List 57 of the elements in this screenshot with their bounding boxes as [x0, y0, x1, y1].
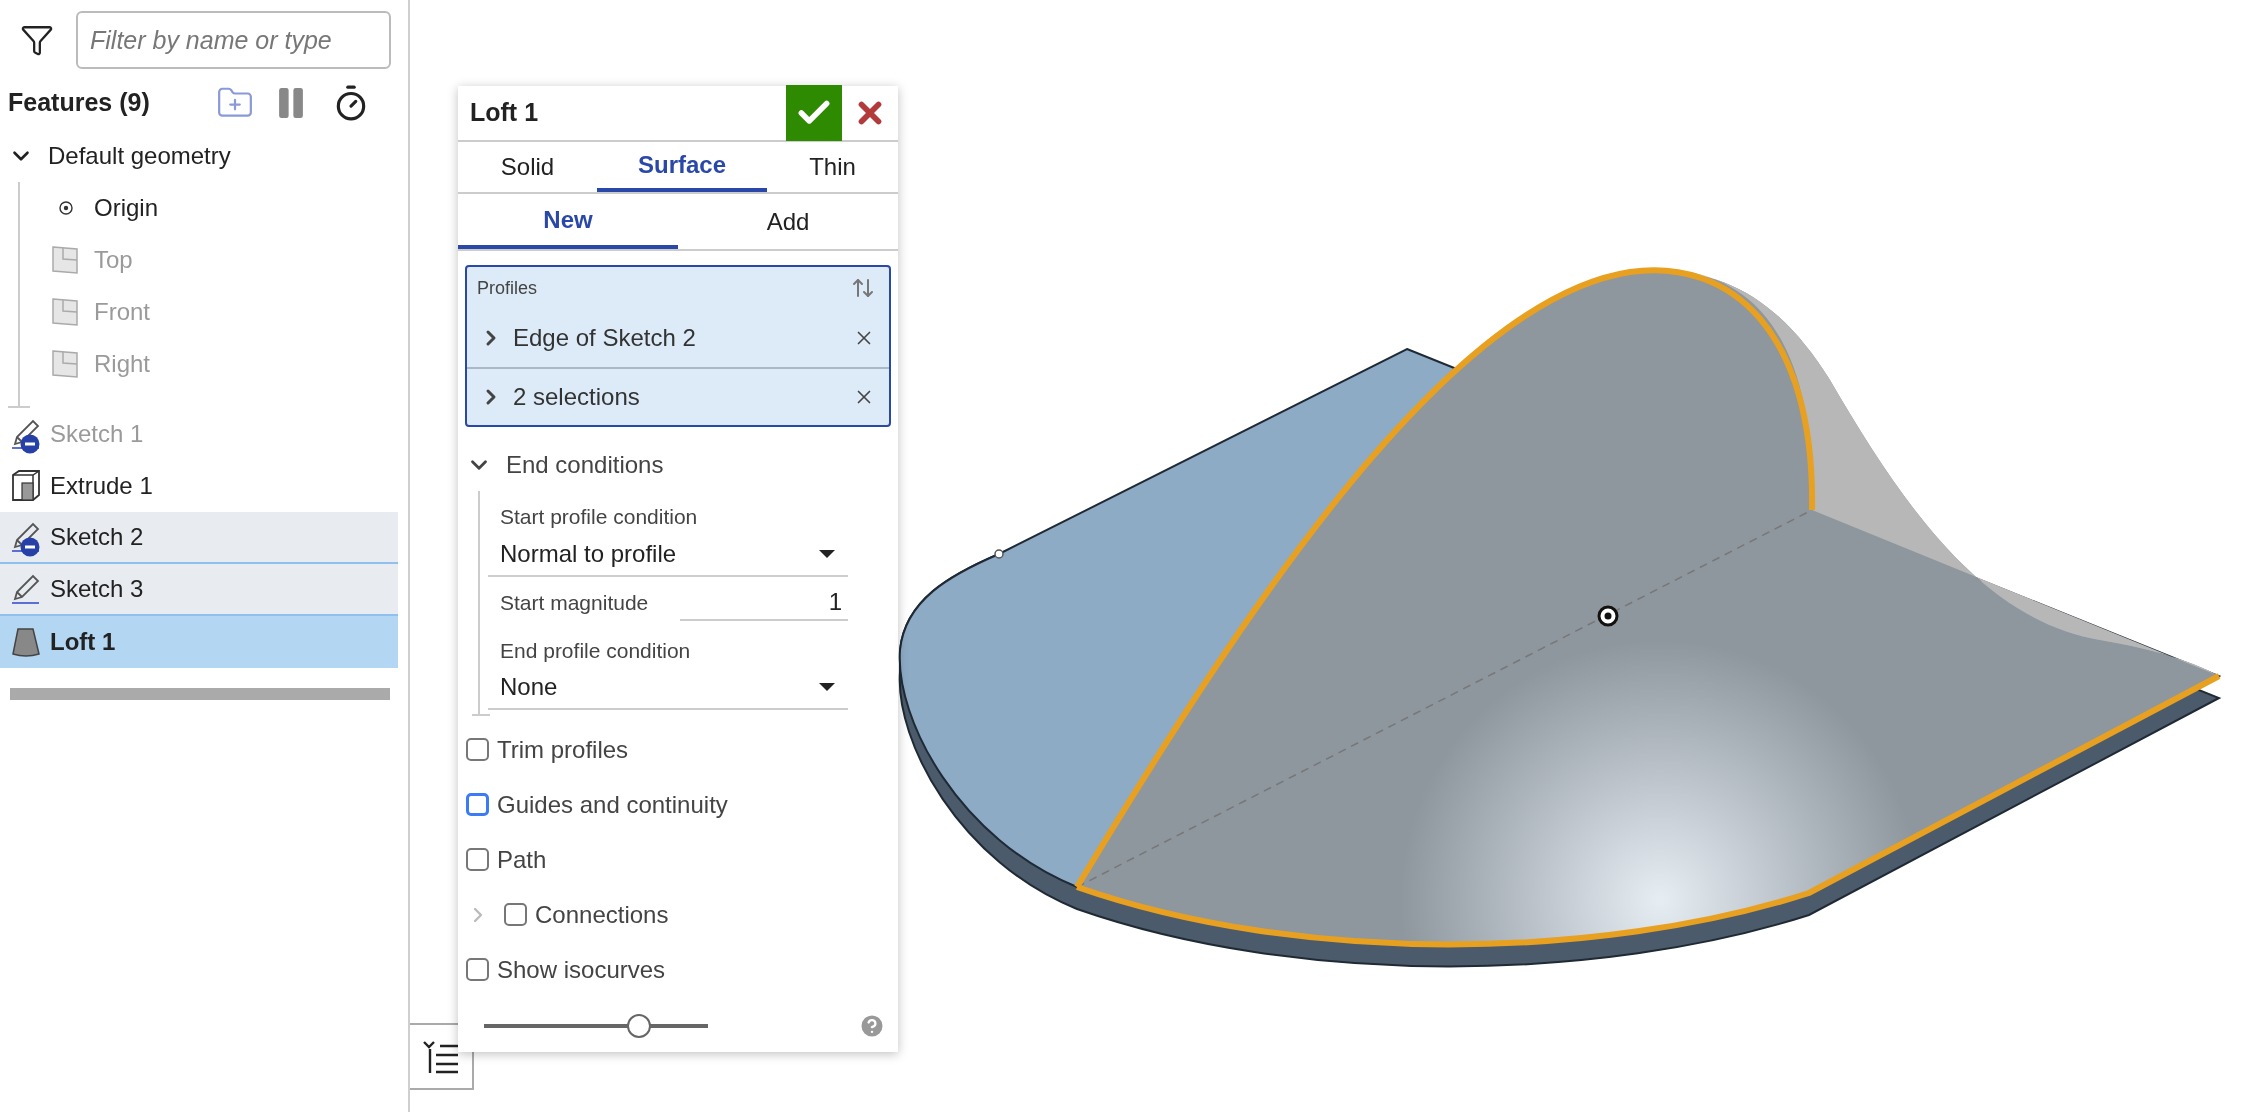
feature-label: Sketch 1	[50, 419, 144, 449]
reorder-arrows-icon[interactable]	[851, 276, 875, 300]
field-label: Start profile condition	[499, 504, 699, 530]
checkbox[interactable]	[466, 793, 489, 816]
checkbox-option[interactable]: Show isocurves	[466, 951, 666, 988]
checkbox-option[interactable]: Connections	[466, 896, 669, 933]
tree-item[interactable]: Extrude 1	[0, 460, 398, 512]
end-condition-dropdown[interactable]: None	[488, 666, 848, 710]
loft-model-drawing[interactable]	[899, 267, 2221, 968]
frustum-icon	[9, 625, 43, 659]
profile-item[interactable]: Edge of Sketch 2	[467, 309, 889, 367]
dialog-title: Loft 1	[469, 97, 540, 129]
feature-label: Extrude 1	[50, 471, 153, 501]
checkbox[interactable]	[504, 903, 527, 926]
magnitude-input-field[interactable]: 1	[680, 584, 848, 621]
feature-label: Sketch 3	[50, 574, 144, 604]
tab[interactable]: Surface	[597, 142, 767, 192]
tree-item[interactable]: Loft 1	[0, 616, 398, 668]
feature-label: Loft 1	[50, 627, 116, 657]
start-condition-dropdown[interactable]: Normal to profile	[488, 532, 848, 577]
plane-icon	[51, 349, 81, 379]
checkbox-option[interactable]: Trim profiles	[466, 731, 629, 768]
confirm-button[interactable]	[786, 85, 842, 141]
tab[interactable]: Thin	[767, 142, 898, 192]
origin-point-icon	[58, 200, 74, 216]
tab[interactable]: Add	[678, 194, 898, 249]
features-title: Features (9)	[8, 87, 151, 119]
checkbox[interactable]	[466, 738, 489, 761]
tree-item[interactable]: Sketch 2	[0, 512, 398, 564]
tree-item[interactable]: Origin	[20, 182, 398, 234]
caret-down-icon	[818, 548, 836, 559]
tree-item[interactable]: Sketch 3	[0, 564, 398, 616]
profile-item[interactable]: 2 selections	[467, 367, 889, 425]
checkbox-option[interactable]: Guides and continuity	[466, 786, 728, 823]
end-conditions-header[interactable]: End conditions	[458, 439, 898, 491]
profiles-label: Profiles	[477, 276, 538, 300]
filter-input-field[interactable]: Filter by name or type	[76, 11, 391, 69]
profiles-box[interactable]: Profiles Edge of Sketch 2 2 selections	[465, 265, 891, 427]
plane-icon	[51, 245, 81, 275]
box-icon	[9, 469, 43, 503]
tree-item[interactable]: Default geometry	[0, 130, 398, 182]
list-icon	[422, 1038, 460, 1075]
tab[interactable]: New	[458, 194, 678, 249]
field-label: Start magnitude	[500, 589, 650, 616]
feature-label: Sketch 2	[50, 522, 144, 552]
scrollbar[interactable]	[10, 688, 390, 700]
checkbox[interactable]	[466, 848, 489, 871]
field-label: End profile condition	[499, 637, 692, 664]
tab[interactable]: Solid	[458, 142, 597, 192]
origin-marker-icon	[1597, 605, 1619, 627]
caret-down-icon	[818, 682, 836, 692]
slider-thumb[interactable]	[626, 1014, 651, 1038]
filter-icon[interactable]	[20, 23, 54, 57]
plane-icon	[51, 297, 81, 327]
help-icon[interactable]	[858, 1012, 886, 1040]
checkbox-option[interactable]: Path	[466, 841, 547, 878]
checkbox[interactable]	[466, 958, 489, 981]
